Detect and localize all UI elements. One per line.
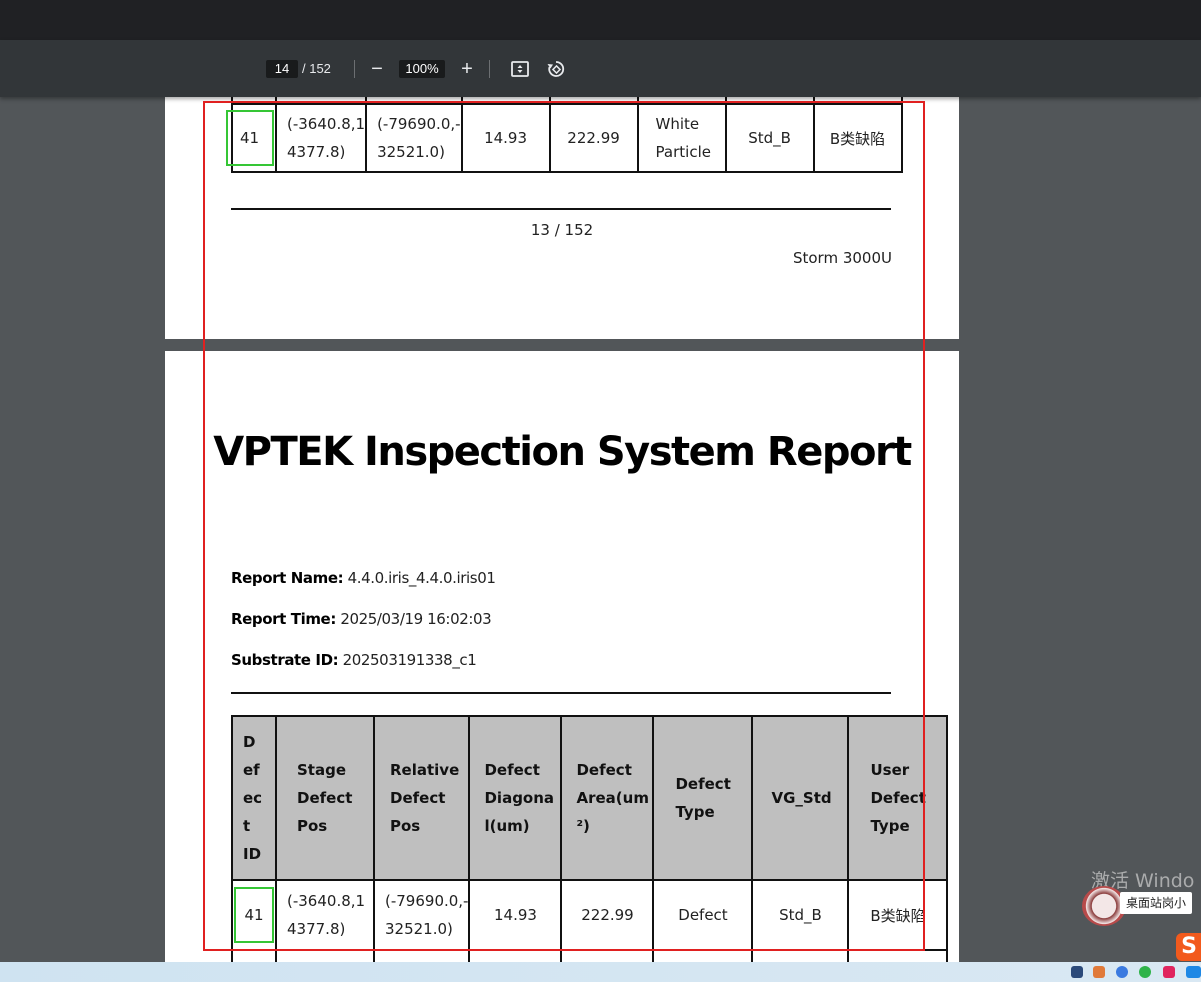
taskbar	[0, 962, 1201, 982]
defect-type-cell: Defect	[652, 879, 754, 951]
relative-pos-cell: (-79690.0,- 32521.0)	[372, 879, 471, 951]
zoom-out-button[interactable]: −	[362, 54, 392, 84]
report-name-line: Report Name: 4.4.0.iris_4.4.0.iris01	[231, 569, 496, 587]
diagonal-cell: 14.93	[460, 103, 551, 173]
toolbar-divider	[489, 60, 490, 78]
pdf-toolbar: 14 / 152 − 100% +	[0, 40, 1201, 97]
toolbar-divider	[354, 60, 355, 78]
substrate-id-line: Substrate ID: 202503191338_c1	[231, 651, 477, 669]
col-header-stage-pos: Stage Defect Pos	[275, 715, 375, 881]
user-type-cell: B类缺陷	[847, 879, 949, 951]
area-cell: 222.99	[560, 879, 655, 951]
col-header-vg-std: VG_Std	[751, 715, 850, 881]
tray-icon-wechat[interactable]	[1139, 966, 1151, 978]
tray-icon-pink[interactable]	[1163, 966, 1175, 978]
user-type-cell: B类缺陷	[812, 103, 903, 173]
report-title: VPTEK Inspection System Report	[213, 429, 912, 475]
diagonal-cell: 14.93	[468, 879, 563, 951]
stage-pos-cell: (-3640.8,1 4377.8)	[274, 103, 368, 173]
device-model-label: Storm 3000U	[792, 249, 892, 267]
tray-icon-bluebox[interactable]	[1186, 966, 1201, 978]
col-header-diagonal: Defect Diagona l(um)	[468, 715, 563, 881]
defect-table-page14: Def ec t ID Stage Defect Pos Relative Defect Po…	[231, 715, 949, 962]
table-row: 41 (-3640.8,1 4377.8) (-79690.0,- 32521.0)…	[231, 879, 949, 951]
col-header-relative-pos: Relative Defect Pos	[372, 715, 471, 881]
defect-id-cell: 41	[225, 110, 274, 166]
zoom-level-input[interactable]: 100%	[399, 60, 445, 78]
relative-pos-cell: (-79690.0,- 32521.0)	[365, 103, 463, 173]
fit-to-page-icon	[511, 61, 529, 77]
report-time-line: Report Time: 2025/03/19 16:02:03	[231, 610, 492, 628]
table-row: 41 (-3640.8,1 4377.8) (-79690.0,- 32521.0)…	[225, 103, 903, 173]
col-header-user-type: User Defect Type	[847, 715, 949, 881]
defect-type-cell: White Particle	[636, 103, 727, 173]
page-number-input[interactable]: 14	[266, 60, 298, 78]
stage-pos-cell: (-3640.8,1 4377.8)	[275, 879, 375, 951]
rotate-icon	[547, 61, 565, 77]
tray-icon-orange[interactable]	[1093, 966, 1105, 978]
table-row	[231, 97, 903, 105]
pdf-page-14: VPTEK Inspection System Report Report Na…	[165, 351, 959, 962]
col-header-defect-id: Def ec t ID	[231, 715, 277, 881]
rotate-button[interactable]	[541, 54, 571, 84]
footer-rule	[231, 208, 891, 210]
col-header-defect-type: Defect Type	[652, 715, 754, 881]
zoom-in-button[interactable]: +	[452, 54, 482, 84]
fit-to-page-button[interactable]	[505, 54, 535, 84]
page-number-footer: 13 / 152	[530, 221, 594, 239]
table-row	[231, 949, 949, 962]
header-rule	[231, 692, 891, 694]
vg-std-cell: Std_B	[751, 879, 850, 951]
tray-icon-blue[interactable]	[1116, 966, 1128, 978]
vg-std-cell: Std_B	[724, 103, 815, 173]
desktop-pet-widget[interactable]: 桌面站岗小	[1082, 884, 1201, 926]
browser-tab-strip	[0, 0, 1201, 40]
sogou-ime-icon[interactable]: S	[1176, 933, 1201, 961]
col-header-area: Defect Area(um ²)	[560, 715, 655, 881]
widget-label: 桌面站岗小	[1120, 892, 1193, 914]
defect-table-page13: 41 (-3640.8,1 4377.8) (-79690.0,- 32521.0)…	[225, 97, 903, 173]
defect-id-cell: 41	[234, 887, 274, 943]
pdf-page-13: 41 (-3640.8,1 4377.8) (-79690.0,- 32521.0)…	[165, 97, 959, 339]
area-cell: 222.99	[548, 103, 639, 173]
page-total-label: / 152	[302, 61, 331, 76]
table-header-row: Def ec t ID Stage Defect Pos Relative Defect Po…	[231, 715, 949, 881]
tray-icon-cat[interactable]	[1071, 966, 1083, 978]
